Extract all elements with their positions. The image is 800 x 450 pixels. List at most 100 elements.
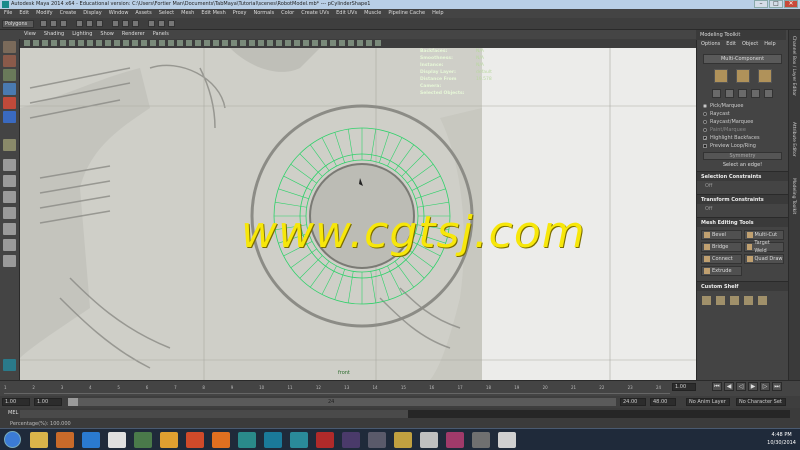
file-explorer-icon[interactable] xyxy=(30,432,48,448)
viewport-toolbar-icon[interactable] xyxy=(249,40,255,46)
opera-icon[interactable] xyxy=(186,432,204,448)
mudbox-icon[interactable] xyxy=(264,432,282,448)
viewport-toolbar-icon[interactable] xyxy=(141,40,147,46)
edge-mode-icon[interactable] xyxy=(735,69,750,83)
viewport-toolbar-icon[interactable] xyxy=(375,40,381,46)
layout-four-icon[interactable] xyxy=(3,175,16,187)
rotate-tool-icon[interactable] xyxy=(3,97,16,109)
layout-single-icon[interactable] xyxy=(3,159,16,171)
layout-side-icon[interactable] xyxy=(3,191,16,203)
after-effects-icon[interactable] xyxy=(342,432,360,448)
viewport-toolbar-icon[interactable] xyxy=(357,40,363,46)
toolkit-menu-help[interactable]: Help xyxy=(764,40,775,49)
radio-icon[interactable] xyxy=(703,128,707,132)
menu-display[interactable]: Display xyxy=(83,9,101,18)
viewport-toolbar-icon[interactable] xyxy=(258,40,264,46)
menu-set-dropdown[interactable]: Polygons xyxy=(2,20,34,28)
layout-uv-icon[interactable] xyxy=(3,255,16,267)
app-gray-icon[interactable] xyxy=(420,432,438,448)
viewport-toolbar-icon[interactable] xyxy=(114,40,120,46)
viewport-toolbar-icon[interactable] xyxy=(123,40,129,46)
playback-start-field[interactable]: 1.00 xyxy=(34,398,62,406)
redapp-icon[interactable] xyxy=(316,432,334,448)
viewport-toolbar-icon[interactable] xyxy=(285,40,291,46)
open-scene-icon[interactable] xyxy=(50,20,57,27)
viewport-toolbar-icon[interactable] xyxy=(96,40,102,46)
playback-end-field[interactable]: 24.00 xyxy=(620,398,646,406)
maya-taskbar-icon[interactable] xyxy=(238,432,256,448)
viewport-toolbar-icon[interactable] xyxy=(195,40,201,46)
viewport-toolbar-icon[interactable] xyxy=(168,40,174,46)
viewport-toolbar-icon[interactable] xyxy=(276,40,282,46)
toolkit-menu-options[interactable]: Options xyxy=(701,40,720,49)
firefox-icon[interactable] xyxy=(212,432,230,448)
multi-component-button[interactable]: Multi-Component xyxy=(703,54,782,64)
snap-point-icon[interactable] xyxy=(132,20,139,27)
viewport-menu-show[interactable]: Show xyxy=(100,30,114,39)
range-slider[interactable]: 24 xyxy=(68,398,616,406)
vertex-mode-icon[interactable] xyxy=(713,69,728,83)
viewport-toolbar-icon[interactable] xyxy=(87,40,93,46)
save-scene-icon[interactable] xyxy=(60,20,67,27)
menu-proxy[interactable]: Proxy xyxy=(233,9,247,18)
move-tool-icon[interactable] xyxy=(3,83,16,95)
viewport-toolbar-icon[interactable] xyxy=(303,40,309,46)
step-forward-button[interactable]: ▷ xyxy=(760,382,770,391)
go-end-button[interactable]: ⏭ xyxy=(772,382,782,391)
range-slider-start-handle[interactable] xyxy=(68,398,78,406)
selection-constraints-off[interactable]: Off xyxy=(697,181,788,192)
viewport-toolbar-icon[interactable] xyxy=(51,40,57,46)
custom-shelf-header[interactable]: Custom Shelf xyxy=(697,281,788,291)
option-highlight-backfaces[interactable]: ✓ Highlight Backfaces xyxy=(697,134,788,142)
viewport-menu-shading[interactable]: Shading xyxy=(44,30,64,39)
selection-constraints-header[interactable]: Selection Constraints xyxy=(697,171,788,181)
select-tool-icon[interactable] xyxy=(3,41,16,53)
transform-constraints-off[interactable]: Off xyxy=(697,204,788,215)
layout-hypershade-icon[interactable] xyxy=(3,239,16,251)
maya-lt-icon[interactable] xyxy=(290,432,308,448)
toolkit-menu-object[interactable]: Object xyxy=(742,40,758,49)
option-paint-marquee[interactable]: Paint/Marquee xyxy=(697,126,788,134)
app-purple-icon[interactable] xyxy=(446,432,464,448)
screen-recorder-icon[interactable] xyxy=(498,432,516,448)
camera-select-icon[interactable] xyxy=(751,89,760,98)
menu-pipeline-cache[interactable]: Pipeline Cache xyxy=(388,9,425,18)
viewport-toolbar-icon[interactable] xyxy=(330,40,336,46)
menu-color[interactable]: Color xyxy=(281,9,294,18)
capture-icon[interactable] xyxy=(368,432,386,448)
toolkit-tab-header[interactable]: Modeling Toolkit xyxy=(696,30,786,40)
viewport-menu-lighting[interactable]: Lighting xyxy=(72,30,92,39)
option-preview-loop-ring[interactable]: Preview Loop/Ring xyxy=(697,142,788,150)
radio-icon[interactable] xyxy=(703,112,707,116)
snap-grid-icon[interactable] xyxy=(112,20,119,27)
viewport-toolbar-icon[interactable] xyxy=(222,40,228,46)
snap-curve-icon[interactable] xyxy=(122,20,129,27)
viewport-toolbar-icon[interactable] xyxy=(186,40,192,46)
viewport-toolbar-icon[interactable] xyxy=(213,40,219,46)
layout-graph-icon[interactable] xyxy=(3,223,16,235)
viewport-front[interactable]: Backfaces: N/A Smoothness: N/A Instance: N/A D… xyxy=(20,48,696,380)
play-back-button[interactable]: ◁ xyxy=(736,382,746,391)
viewport-toolbar-icon[interactable] xyxy=(177,40,183,46)
viewport-toolbar-icon[interactable] xyxy=(150,40,156,46)
shelf-tool-5-icon[interactable] xyxy=(757,295,768,306)
drag-select-icon[interactable] xyxy=(725,89,734,98)
checkbox-icon[interactable]: ✓ xyxy=(703,136,707,141)
viewport-toolbar-icon[interactable] xyxy=(348,40,354,46)
transform-constraints-header[interactable]: Transform Constraints xyxy=(697,194,788,204)
anim-layer-dropdown[interactable]: No Anim Layer xyxy=(686,398,730,406)
viewport-toolbar-icon[interactable] xyxy=(294,40,300,46)
app-green-icon[interactable] xyxy=(134,432,152,448)
minimize-button[interactable]: – xyxy=(754,0,768,8)
select-component-icon[interactable] xyxy=(96,20,103,27)
menu-edit-mesh[interactable]: Edit Mesh xyxy=(201,9,225,18)
menu-muscle[interactable]: Muscle xyxy=(364,9,381,18)
layout-outliner-icon[interactable] xyxy=(3,207,16,219)
viewport-toolbar-icon[interactable] xyxy=(240,40,246,46)
select-hierarchy-icon[interactable] xyxy=(76,20,83,27)
close-button[interactable]: ✕ xyxy=(784,0,798,8)
last-tool-icon[interactable] xyxy=(3,139,16,151)
viewport-toolbar-icon[interactable] xyxy=(267,40,273,46)
viewport-toolbar-icon[interactable] xyxy=(60,40,66,46)
extrude-button[interactable]: Extrude xyxy=(701,266,742,276)
